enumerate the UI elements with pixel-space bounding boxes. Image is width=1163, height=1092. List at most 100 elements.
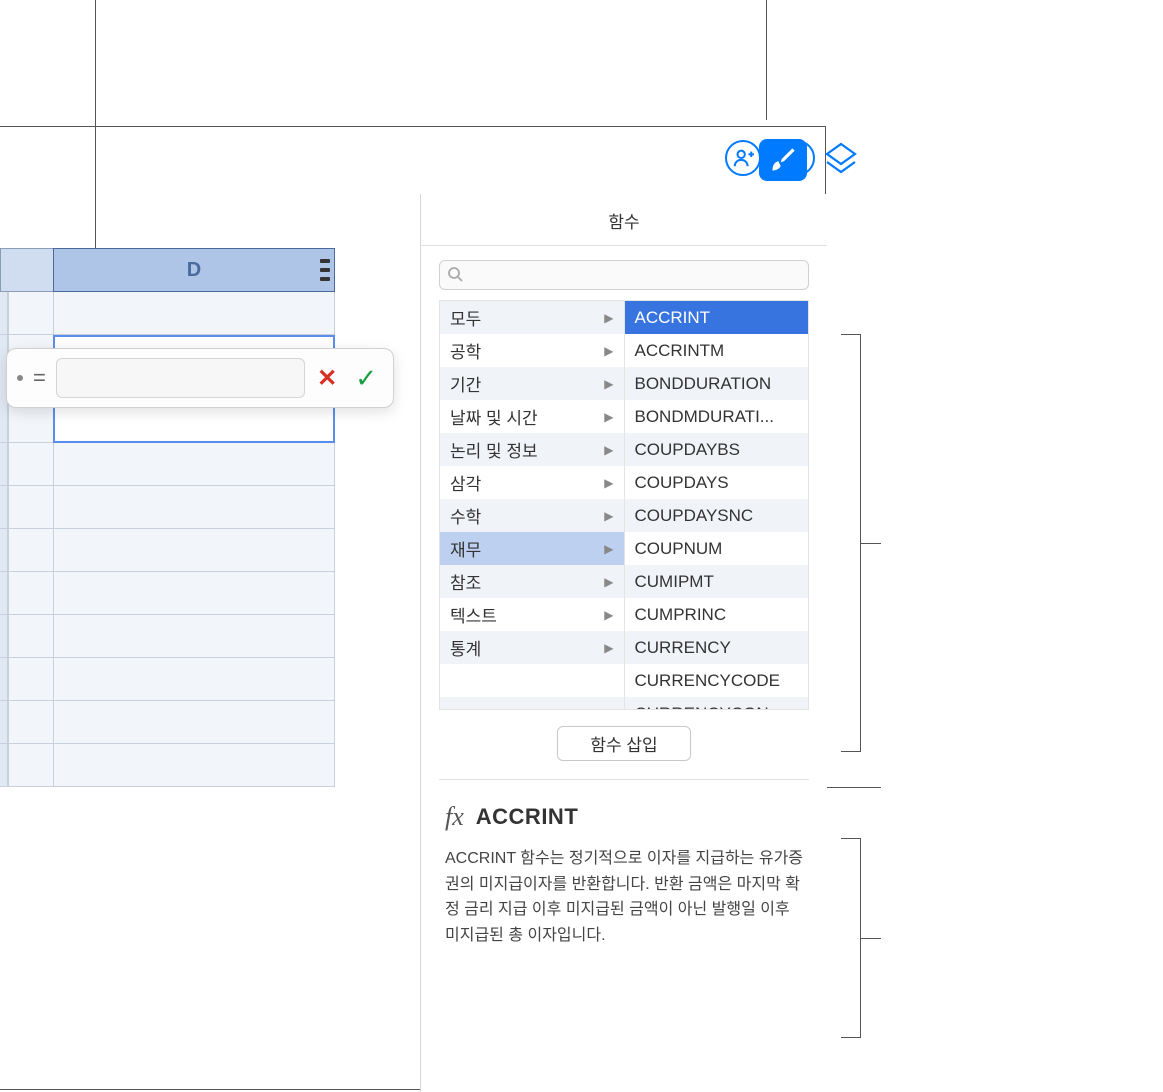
chevron-right-icon: ▶ [604,344,613,358]
row-header[interactable] [0,744,8,787]
cell[interactable] [53,443,335,486]
function-label: CUMIPMT [635,572,714,592]
chevron-right-icon: ▶ [604,410,613,424]
function-browser: 모두▶공학▶기간▶날짜 및 시간▶논리 및 정보▶삼각▶수학▶재무▶참조▶텍스트… [421,300,827,710]
row-header[interactable] [0,701,8,744]
formula-editor: = ✕ ✓ [6,348,394,408]
cell[interactable] [8,572,53,615]
cell[interactable] [53,292,335,335]
cell[interactable] [53,658,335,701]
function-item[interactable]: CURRENCY [625,631,809,664]
function-item[interactable]: ACCRINTM [625,334,809,367]
category-item-empty [440,664,624,697]
function-description: fx ACCRINT ACCRINT 함수는 정기적으로 이자를 지급하는 유가… [421,780,827,970]
cell[interactable] [8,701,53,744]
category-item[interactable]: 기간 ▶ [440,367,624,400]
organize-button[interactable] [819,138,863,182]
category-item[interactable]: 재무 ▶ [440,532,624,565]
category-label: 날짜 및 시간 [450,404,538,429]
category-label: 텍스트 [450,602,497,627]
row-header[interactable] [0,572,8,615]
formula-handle-icon[interactable] [17,375,23,381]
category-label: 공학 [450,338,481,363]
cell[interactable] [8,443,53,486]
category-label: 재무 [450,536,481,561]
formula-cancel-button[interactable]: ✕ [311,364,343,393]
cell[interactable] [8,744,53,787]
category-item[interactable]: 수학▶ [440,499,624,532]
function-item[interactable]: CURRENCYCODE [625,664,809,697]
function-item[interactable]: COUPDAYBS [625,433,809,466]
cell[interactable] [8,529,53,572]
collaborate-button[interactable] [725,140,761,176]
search-input[interactable] [439,260,809,290]
category-item[interactable]: 참조▶ [440,565,624,598]
insert-function-button[interactable]: 함수 삽입 [557,726,690,761]
function-label: ACCRINTM [635,341,725,361]
category-item[interactable]: 논리 및 정보▶ [440,433,624,466]
cell[interactable] [53,572,335,615]
category-item[interactable]: 삼각▶ [440,466,624,499]
category-item[interactable]: 날짜 및 시간 ▶ [440,400,624,433]
function-item[interactable]: COUPNUM [625,532,809,565]
category-label: 삼각 [450,470,481,495]
function-item[interactable]: CURRENCYCON... [625,697,809,710]
format-button[interactable] [759,139,807,181]
cell[interactable] [8,658,53,701]
function-label: CUMPRINC [635,605,727,625]
description-body: ACCRINT 함수는 정기적으로 이자를 지급하는 유가증권의 미지급이자를 … [445,846,803,948]
function-item[interactable]: COUPDAYSNC [625,499,809,532]
chevron-right-icon: ▶ [604,377,613,391]
formula-input[interactable] [56,358,305,398]
chevron-right-icon: ▶ [604,443,613,457]
function-label: COUPNUM [635,539,723,559]
category-list[interactable]: 모두▶공학▶기간▶날짜 및 시간▶논리 및 정보▶삼각▶수학▶재무▶참조▶텍스트… [439,300,624,710]
sidebar-title: 함수 [421,194,827,246]
description-title: ACCRINT [476,804,579,830]
function-label: CURRENCY [635,638,731,658]
cell[interactable] [53,615,335,658]
cell[interactable] [53,744,335,787]
function-label: COUPDAYS [635,473,729,493]
row-header[interactable] [0,443,8,486]
category-label: 수학 [450,503,481,528]
cell[interactable] [53,529,335,572]
category-item[interactable]: 통계▶ [440,631,624,664]
column-handle-icon[interactable] [320,259,330,281]
column-header-d[interactable]: D [53,248,335,292]
row-header[interactable] [0,486,8,529]
cell[interactable] [8,486,53,529]
function-item[interactable]: BONDMDURATI... [625,400,809,433]
function-item[interactable]: CUMPRINC [625,598,809,631]
cell[interactable] [8,292,53,335]
function-item[interactable]: BONDDURATION [625,367,809,400]
function-item[interactable]: CUMIPMT [625,565,809,598]
category-item[interactable]: 텍스트▶ [440,598,624,631]
cell[interactable] [53,701,335,744]
category-label: 통계 [450,635,481,660]
row-header[interactable] [0,292,8,335]
chevron-right-icon: ▶ [604,542,613,556]
category-item-empty [440,697,624,710]
function-label: BONDDURATION [635,374,772,394]
category-item[interactable]: 공학 ▶ [440,334,624,367]
function-item[interactable]: COUPDAYS [625,466,809,499]
column-header-c[interactable] [0,248,53,292]
category-label: 기간 [450,371,481,396]
function-list[interactable]: ACCRINT ACCRINTM BONDDURATION BONDMDURATI..… [624,300,810,710]
cell[interactable] [8,615,53,658]
row-header[interactable] [0,615,8,658]
spreadsheet: D [0,248,355,787]
fx-icon: fx [445,802,464,832]
row-header[interactable] [0,658,8,701]
diamond-stack-icon [821,140,861,180]
callout-bracket-desc [841,838,861,1038]
function-item[interactable]: ACCRINT [625,301,809,334]
formula-accept-button[interactable]: ✓ [349,363,383,394]
row-header[interactable] [0,529,8,572]
category-item[interactable]: 모두▶ [440,301,624,334]
cell[interactable] [53,486,335,529]
function-label: ACCRINT [635,308,711,328]
function-label: CURRENCYCODE [635,671,780,691]
category-label: 모두 [450,305,481,330]
